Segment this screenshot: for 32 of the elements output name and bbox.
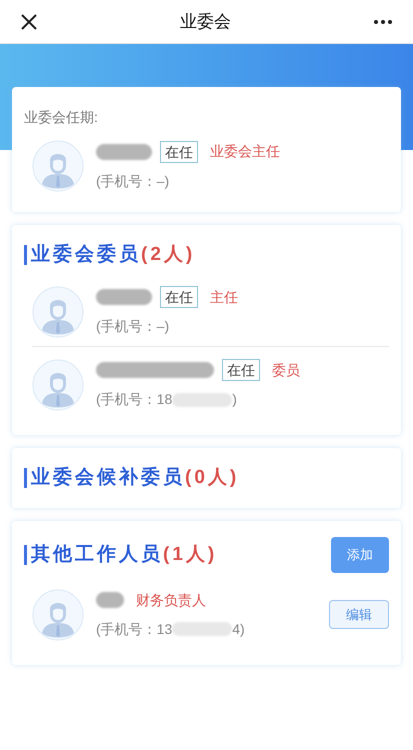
- term-label: 业委会任期:: [24, 108, 99, 127]
- status-tag: 在任: [160, 286, 198, 308]
- more-icon[interactable]: [373, 18, 393, 24]
- member-count: (1人): [163, 542, 218, 566]
- phone-label: (手机号：18: [96, 390, 172, 409]
- role-label: 财务负责人: [136, 590, 206, 610]
- member-count: (2人): [141, 243, 196, 267]
- role-label: 业委会主任: [210, 142, 280, 161]
- phone-label: (手机号：–): [96, 317, 170, 336]
- status-tag: 在任: [222, 359, 260, 381]
- blurred-name: [96, 592, 124, 608]
- phone-label: 4): [232, 620, 245, 639]
- member-count: (0人): [185, 466, 240, 490]
- close-icon[interactable]: [20, 12, 38, 30]
- phone-label: (手机号：13: [96, 620, 172, 639]
- avatar-icon: [32, 588, 84, 640]
- avatar-icon: [32, 286, 84, 338]
- phone-label: (手机号：–): [96, 172, 170, 191]
- section-title: 其他工作人员: [31, 542, 163, 566]
- phone-label: ): [232, 390, 237, 409]
- role-label: 主任: [210, 288, 238, 306]
- section-title: 业委会候补委员: [31, 466, 185, 490]
- section-title: 业委会委员: [31, 242, 141, 267]
- avatar-icon: [32, 140, 84, 192]
- edit-button[interactable]: 编辑: [329, 600, 389, 630]
- add-button[interactable]: 添加: [331, 537, 389, 572]
- status-tag: 在任: [160, 140, 198, 162]
- blurred-name: [96, 144, 152, 160]
- avatar-icon: [32, 358, 84, 410]
- blurred-name: [96, 289, 152, 305]
- role-label: 委员: [272, 360, 300, 380]
- page-title: 业委会: [180, 10, 231, 33]
